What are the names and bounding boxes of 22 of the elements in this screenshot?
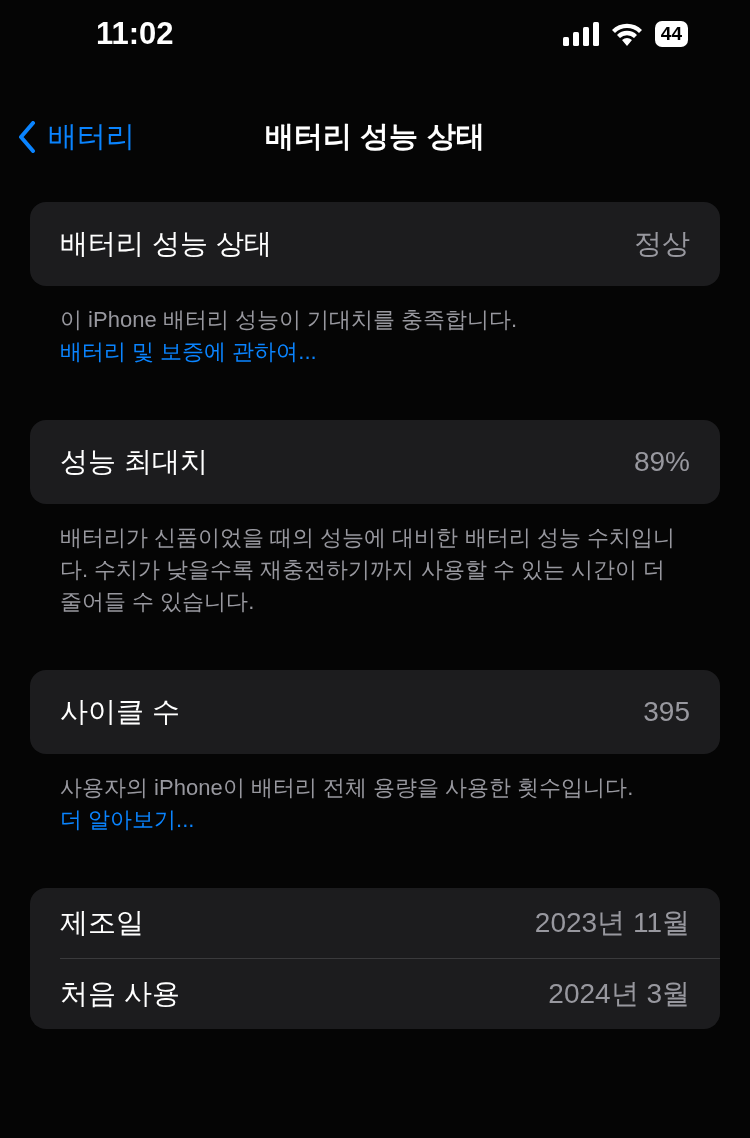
wifi-icon — [610, 22, 643, 46]
signal-icon — [562, 22, 599, 46]
row-value: 2024년 3월 — [548, 977, 690, 1011]
page-title: 배터리 성능 상태 — [265, 119, 485, 154]
chevron-left-icon — [18, 121, 36, 153]
row-label: 배터리 성능 상태 — [60, 227, 272, 261]
row-value: 395 — [643, 696, 690, 728]
row-label: 사이클 수 — [60, 695, 180, 729]
row-value: 2023년 11월 — [534, 906, 690, 940]
row-label: 성능 최대치 — [60, 445, 208, 479]
battery-indicator: 44 — [654, 21, 688, 47]
row-value: 정상 — [634, 227, 690, 261]
status-time: 11:02 — [96, 16, 174, 52]
row-label: 제조일 — [60, 906, 144, 940]
row-label: 처음 사용 — [60, 977, 180, 1011]
back-button[interactable]: 배터리 — [0, 117, 135, 157]
footer-note: 사용자의 iPhone이 배터리 전체 용량을 사용한 횟수입니다. 더 알아보기... — [60, 774, 635, 834]
footer-note: 배터리가 신품이었을 때의 성능에 대비한 배터리 성능 수치입니다. 수치가 낮을수록 재충전하기까지 사용할 수 있는 시간이 더 줄어들 수 있습니다. — [60, 524, 676, 616]
info-link[interactable]: 배터리 및 보증에 관하여... — [60, 339, 317, 364]
row-value: 89% — [633, 446, 690, 478]
footer-note: 이 iPhone 배터리 성능이 기대치를 충족합니다. 배터리 및 보증에 관하여... — [60, 306, 519, 366]
info-link[interactable]: 더 알아보기... — [60, 807, 195, 832]
